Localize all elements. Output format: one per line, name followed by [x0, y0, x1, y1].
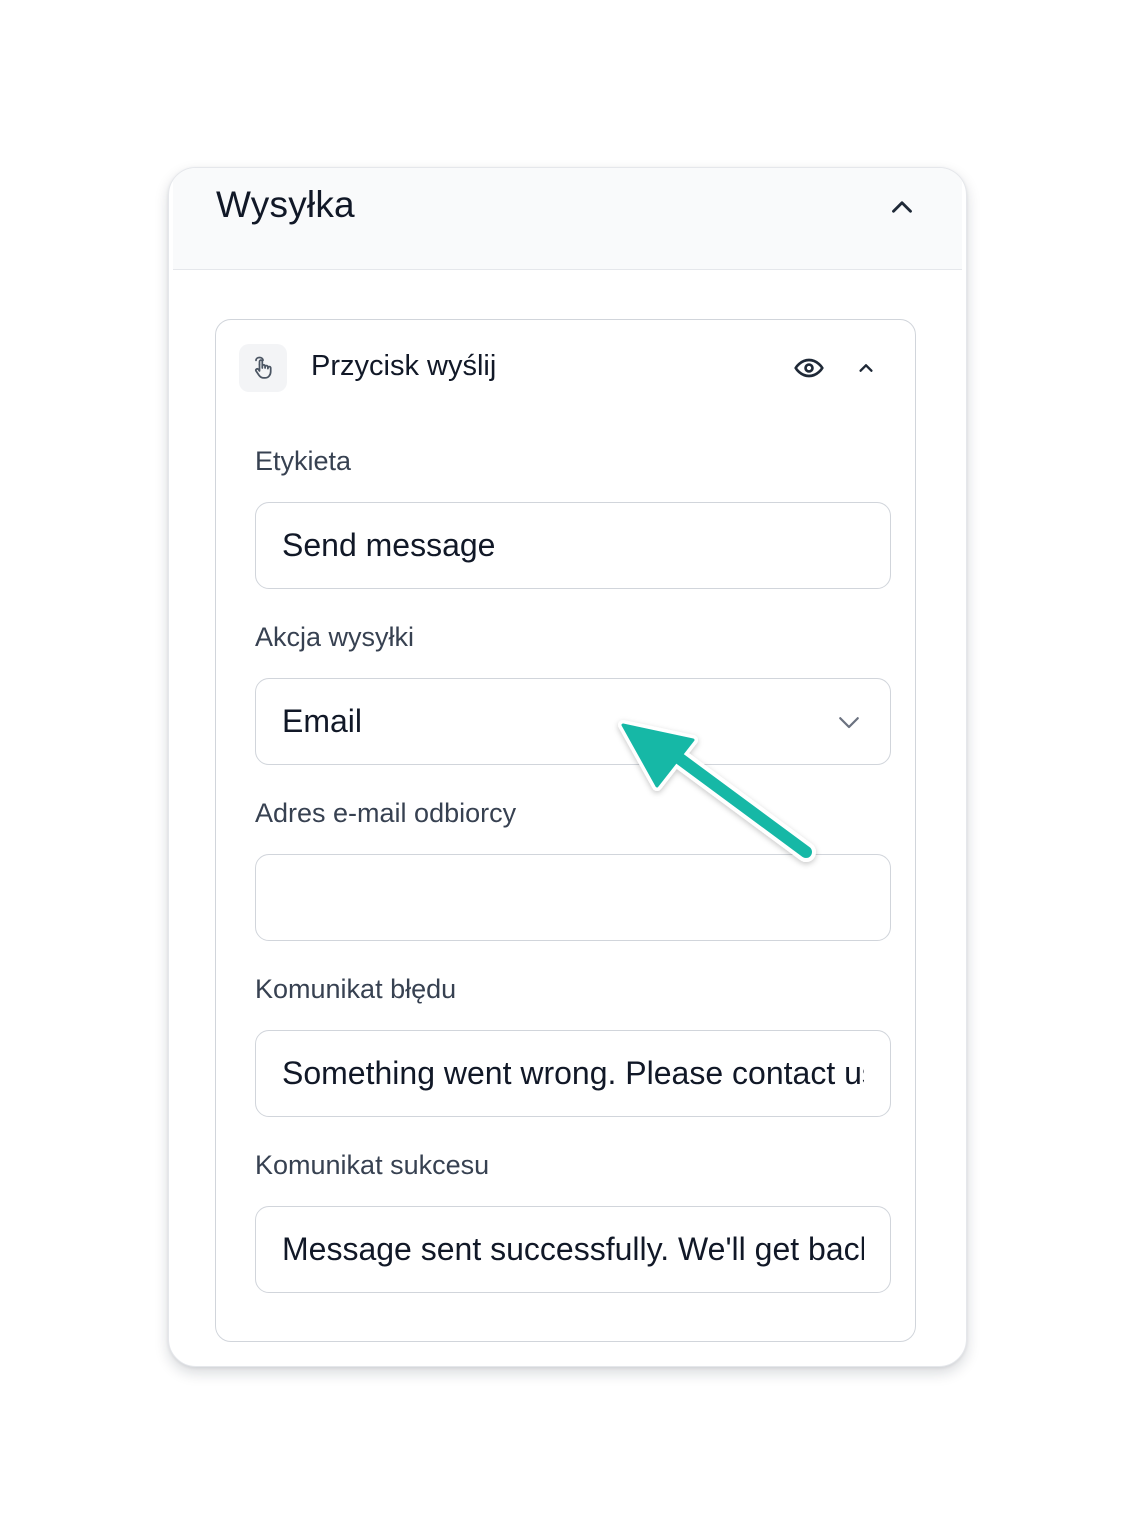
error-message-input[interactable] [255, 1030, 891, 1117]
cursor-click-icon [254, 356, 272, 379]
action-field-label: Akcja wysyłki [255, 622, 415, 652]
chevron-up-icon[interactable] [885, 190, 919, 224]
card-title: Przycisk wyślij [311, 350, 497, 382]
recipient-field-label: Adres e-mail odbiorcy [255, 798, 517, 828]
action-select[interactable]: Email [255, 678, 891, 765]
submit-button-card: Przycisk wyślij Etykieta Akcja wysyłki E… [215, 319, 916, 1342]
error-field-label: Komunikat błędu [255, 974, 457, 1004]
recipient-email-input[interactable] [255, 854, 891, 941]
label-field-label: Etykieta [255, 446, 352, 476]
submission-panel: Wysyłka Przycisk wyślij Etykieta Send me… [168, 167, 967, 1367]
label-input[interactable] [255, 502, 891, 589]
success-field-label: Komunikat sukcesu [255, 1150, 490, 1180]
chevron-down-icon [839, 716, 859, 728]
page: Wysyłka Przycisk wyślij Etykieta Send me… [0, 0, 1134, 1534]
success-message-input[interactable] [255, 1206, 891, 1293]
eye-icon[interactable] [793, 352, 825, 384]
card-icon-box [239, 344, 287, 392]
panel-title: Wysyłka [216, 184, 355, 225]
panel-header[interactable]: Wysyłka [173, 168, 962, 270]
chevron-up-icon[interactable] [853, 355, 879, 381]
action-select-value: Email [282, 703, 363, 739]
